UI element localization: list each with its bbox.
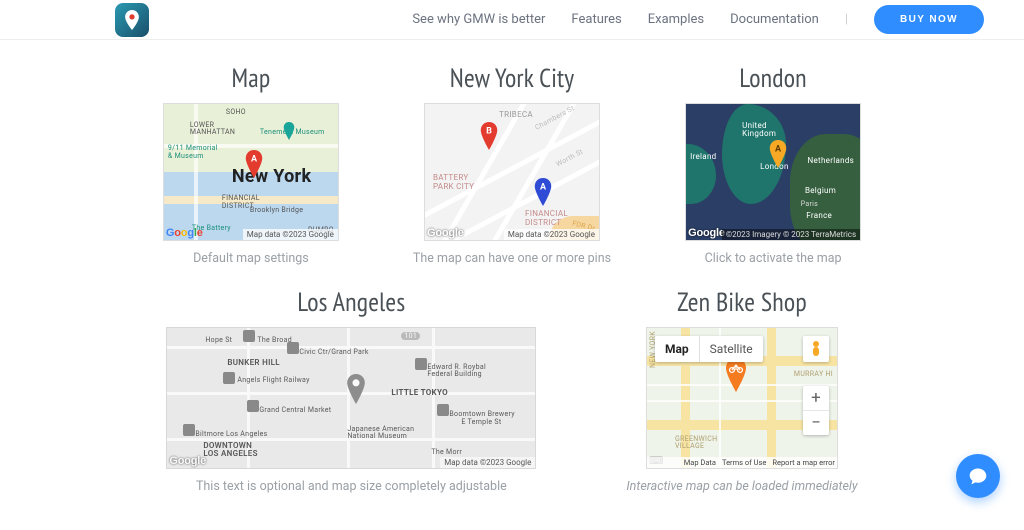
terms-link[interactable]: Terms of Use [722, 458, 766, 467]
map-type-satellite[interactable]: Satellite [699, 336, 763, 362]
example-card-map: Map SOHO LOWERMANHATTAN Tenement Museum … [163, 62, 339, 266]
bike-shop-pin-icon [723, 358, 749, 392]
map-pin-b-icon: B [479, 122, 499, 150]
svg-text:B: B [486, 127, 492, 137]
card-title: London [739, 62, 806, 95]
map-pin-a-icon: A [768, 140, 788, 168]
map-footer-links: Map Data Terms of Use Report a map error [647, 457, 837, 468]
buy-now-button[interactable]: BUY NOW [874, 5, 984, 34]
map-pin-icon [345, 374, 367, 404]
card-title: Zen Bike Shop [677, 286, 807, 319]
example-card-london: London UnitedKingdom Ireland Netherlands… [685, 62, 861, 266]
example-card-la: Los Angeles BUNKER HILL DOWNTOWNLOS ANGE… [166, 286, 536, 494]
nav-item-features[interactable]: Features [571, 12, 621, 27]
zoom-in-button[interactable]: + [803, 386, 829, 410]
map-data-link[interactable]: Map Data [684, 458, 716, 467]
card-caption: Default map settings [193, 251, 309, 266]
card-caption: Interactive map can be loaded immediatel… [626, 479, 857, 494]
chat-widget-button[interactable] [956, 454, 1000, 498]
nav-item-examples[interactable]: Examples [648, 12, 704, 27]
map-thumbnail[interactable]: TRIBECA Chambers St Worth St BATTERYPARK… [424, 103, 600, 241]
brand-logo[interactable] [115, 3, 149, 37]
google-logo: Google [169, 455, 206, 467]
map-attribution: Map data ©2023 Google [504, 229, 599, 240]
example-card-zen: Zen Bike Shop MURRAY HI GREENWICHVILLAGE… [626, 286, 857, 494]
interactive-map[interactable]: MURRAY HI GREENWICHVILLAGE NEW YORK Map … [646, 327, 838, 469]
map-pin-a-icon: A [533, 178, 553, 206]
main-header: See why GMW is better Features Examples … [0, 0, 1024, 40]
card-title: New York City [450, 62, 574, 95]
card-title: Los Angeles [297, 286, 405, 319]
streetview-pegman[interactable] [803, 336, 829, 362]
card-caption: Click to activate the map [705, 251, 842, 266]
map-pin-a-icon: A [244, 150, 264, 178]
google-logo: Google [166, 227, 203, 239]
map-pin-icon [124, 10, 140, 30]
primary-nav: See why GMW is better Features Examples … [412, 5, 984, 34]
example-card-nyc: New York City TRIBECA Chambers St Worth … [413, 62, 611, 266]
map-attribution: Map data ©2023 Google [440, 457, 535, 468]
nav-item-documentation[interactable]: Documentation [730, 12, 819, 27]
pegman-icon [809, 340, 823, 358]
google-logo: Google [688, 227, 725, 239]
map-type-map[interactable]: Map [655, 336, 699, 362]
card-title: Map [231, 62, 270, 95]
map-thumbnail[interactable]: BUNKER HILL DOWNTOWNLOS ANGELES LITTLE T… [166, 327, 536, 469]
nav-item-why[interactable]: See why GMW is better [412, 12, 545, 27]
report-error-link[interactable]: Report a map error [772, 458, 835, 467]
examples-section: Map SOHO LOWERMANHATTAN Tenement Museum … [0, 40, 1024, 530]
google-logo: Google [427, 227, 464, 239]
svg-text:A: A [540, 183, 547, 193]
map-attribution: ©2023 Imagery © 2023 TerraMetrics [722, 229, 860, 240]
svg-text:A: A [775, 145, 782, 155]
map-type-control: Map Satellite [655, 336, 763, 362]
zoom-control: + − [803, 386, 829, 435]
nav-separator: | [845, 12, 848, 27]
chat-icon [968, 466, 988, 486]
card-caption: This text is optional and map size compl… [196, 479, 507, 494]
zoom-out-button[interactable]: − [803, 410, 829, 435]
map-thumbnail[interactable]: UnitedKingdom Ireland Netherlands Belgiu… [685, 103, 861, 241]
svg-text:A: A [251, 155, 258, 165]
map-attribution: Map data ©2023 Google [243, 229, 338, 240]
examples-row-2: Los Angeles BUNKER HILL DOWNTOWNLOS ANGE… [60, 286, 964, 494]
map-thumbnail[interactable]: SOHO LOWERMANHATTAN Tenement Museum 9/11… [163, 103, 339, 241]
examples-row-1: Map SOHO LOWERMANHATTAN Tenement Museum … [60, 62, 964, 266]
poi-icon [282, 122, 296, 140]
card-caption: The map can have one or more pins [413, 251, 611, 266]
